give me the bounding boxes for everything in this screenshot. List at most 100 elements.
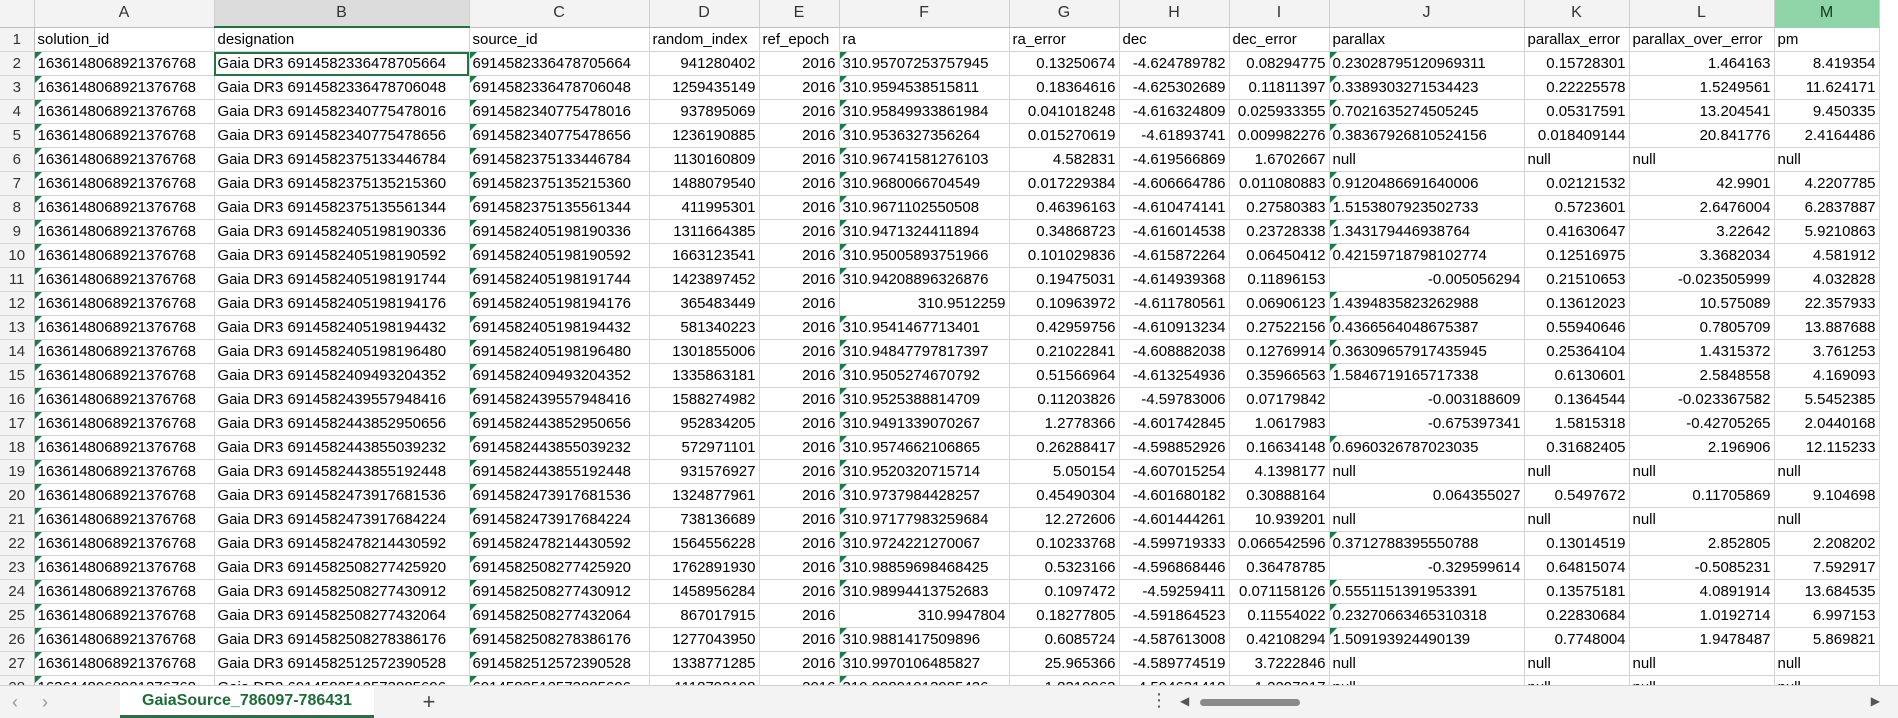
table-cell[interactable]: 2016 [759, 99, 840, 124]
table-cell[interactable]: 0.11811397 [1229, 75, 1330, 100]
row-header[interactable]: 20 [0, 483, 35, 508]
table-cell[interactable]: Gaia DR3 6914582405198196480 [214, 339, 470, 364]
table-cell[interactable]: 1324877961 [649, 483, 760, 508]
table-cell[interactable]: 0.21022841 [1009, 339, 1120, 364]
table-cell[interactable]: -0.005056294 [1329, 267, 1525, 292]
table-cell[interactable]: 2016 [759, 315, 840, 340]
table-cell[interactable]: 1335863181 [649, 363, 760, 388]
table-cell[interactable]: -0.023367582 [1629, 387, 1775, 412]
table-cell[interactable]: 0.12769914 [1229, 339, 1330, 364]
column-header[interactable]: H [1119, 0, 1230, 28]
table-cell[interactable]: 0.23270663465310318 [1329, 603, 1525, 628]
table-cell[interactable]: 0.02121532 [1524, 171, 1630, 196]
table-cell[interactable]: 2016 [759, 531, 840, 556]
table-cell[interactable]: null [1329, 459, 1525, 484]
table-cell[interactable]: 6914582409493204352 [469, 363, 650, 388]
select-all-corner[interactable] [0, 0, 35, 28]
table-cell[interactable]: Gaia DR3 6914582478214430592 [214, 531, 470, 556]
table-cell[interactable]: 13.204541 [1629, 99, 1775, 124]
table-cell[interactable]: 0.018409144 [1524, 123, 1630, 148]
table-cell[interactable]: 0.12516975 [1524, 243, 1630, 268]
table-cell[interactable]: 2016 [759, 339, 840, 364]
table-cell[interactable]: Gaia DR3 6914582512572390528 [214, 651, 470, 676]
table-cell[interactable]: 9.450335 [1774, 99, 1880, 124]
table-cell[interactable]: null [1629, 147, 1775, 172]
table-cell[interactable]: 310.9671102550508 [839, 195, 1010, 220]
table-cell[interactable]: 310.9525388814709 [839, 387, 1010, 412]
table-cell[interactable]: 1636148068921376768 [34, 363, 215, 388]
table-cell[interactable]: 7.592917 [1774, 555, 1880, 580]
table-cell[interactable]: Gaia DR3 6914582508277430912 [214, 579, 470, 604]
table-cell[interactable]: Gaia DR3 6914582336478705664 [214, 51, 470, 76]
table-cell[interactable]: -4.601742845 [1119, 411, 1230, 436]
table-cell[interactable]: Gaia DR3 6914582439557948416 [214, 387, 470, 412]
table-cell[interactable]: 0.22830684 [1524, 603, 1630, 628]
table-cell[interactable]: 1636148068921376768 [34, 675, 215, 685]
table-cell[interactable]: 3.7222846 [1229, 651, 1330, 676]
table-cell[interactable]: 0.42108294 [1229, 627, 1330, 652]
table-cell[interactable]: 6914582508277425920 [469, 555, 650, 580]
table-cell[interactable]: 0.7021635274505245 [1329, 99, 1525, 124]
table-cell[interactable]: 0.08294775 [1229, 51, 1330, 76]
header-cell[interactable]: dec [1119, 27, 1230, 52]
table-cell[interactable]: 1636148068921376768 [34, 99, 215, 124]
table-cell[interactable]: 952834205 [649, 411, 760, 436]
table-cell[interactable]: 1301855006 [649, 339, 760, 364]
row-header[interactable]: 16 [0, 387, 35, 412]
table-cell[interactable]: Gaia DR3 6914582405198190592 [214, 243, 470, 268]
table-cell[interactable]: 310.9947804 [839, 603, 1010, 628]
row-header[interactable]: 15 [0, 363, 35, 388]
table-cell[interactable]: 0.10233768 [1009, 531, 1120, 556]
horizontal-scrollbar[interactable]: ◀ ▶ [1180, 694, 1880, 710]
table-cell[interactable]: 1.9478487 [1629, 627, 1775, 652]
table-cell[interactable]: 1.509193924490139 [1329, 627, 1525, 652]
table-cell[interactable]: 2.208202 [1774, 531, 1880, 556]
table-cell[interactable]: null [1629, 651, 1775, 676]
table-cell[interactable]: 6914582405198191744 [469, 267, 650, 292]
table-cell[interactable]: null [1629, 459, 1775, 484]
table-cell[interactable]: 0.7805709 [1629, 315, 1775, 340]
table-cell[interactable]: 0.11896153 [1229, 267, 1330, 292]
table-cell[interactable]: Gaia DR3 6914582409493204352 [214, 363, 470, 388]
table-cell[interactable]: 941280402 [649, 51, 760, 76]
table-cell[interactable]: 0.6085724 [1009, 627, 1120, 652]
table-cell[interactable]: 738136689 [649, 507, 760, 532]
table-cell[interactable]: 310.9737984428257 [839, 483, 1010, 508]
table-cell[interactable]: 310.9505274670792 [839, 363, 1010, 388]
table-cell[interactable]: 310.97177983259684 [839, 507, 1010, 532]
table-cell[interactable]: 6914582336478705664 [469, 51, 650, 76]
row-header[interactable]: 13 [0, 315, 35, 340]
column-header[interactable]: J [1329, 0, 1525, 28]
table-cell[interactable]: Gaia DR3 6914582340775478016 [214, 99, 470, 124]
sheet-tab[interactable]: GaiaSource_786097-786431 [120, 686, 374, 718]
table-cell[interactable]: 0.19475031 [1009, 267, 1120, 292]
table-cell[interactable]: 6914582443855039232 [469, 435, 650, 460]
table-cell[interactable]: 3.3682034 [1629, 243, 1775, 268]
row-header[interactable]: 26 [0, 627, 35, 652]
table-cell[interactable]: 2.5848558 [1629, 363, 1775, 388]
table-cell[interactable]: 0.36478785 [1229, 555, 1330, 580]
table-cell[interactable]: null [1524, 147, 1630, 172]
table-cell[interactable]: 0.3389303271534423 [1329, 75, 1525, 100]
column-header[interactable]: C [469, 0, 650, 28]
table-cell[interactable]: 2.4164486 [1774, 123, 1880, 148]
table-cell[interactable]: 13.684535 [1774, 579, 1880, 604]
table-cell[interactable]: 0.26288417 [1009, 435, 1120, 460]
table-cell[interactable]: 0.11554022 [1229, 603, 1330, 628]
table-cell[interactable]: Gaia DR3 6914582405198194432 [214, 315, 470, 340]
table-cell[interactable]: 10.575089 [1629, 291, 1775, 316]
table-cell[interactable]: 6914582375133446784 [469, 147, 650, 172]
table-cell[interactable]: 0.009982276 [1229, 123, 1330, 148]
chevron-right-icon[interactable]: › [30, 687, 60, 717]
table-cell[interactable]: 1636148068921376768 [34, 555, 215, 580]
table-cell[interactable]: -4.598852926 [1119, 435, 1230, 460]
table-cell[interactable]: Gaia DR3 6914582336478706048 [214, 75, 470, 100]
table-cell[interactable]: 1636148068921376768 [34, 531, 215, 556]
table-cell[interactable]: 5.869821 [1774, 627, 1880, 652]
table-cell[interactable]: 1636148068921376768 [34, 291, 215, 316]
table-cell[interactable]: 1636148068921376768 [34, 603, 215, 628]
table-cell[interactable]: 0.51566964 [1009, 363, 1120, 388]
table-cell[interactable]: 1636148068921376768 [34, 123, 215, 148]
table-cell[interactable]: 6914582405198190336 [469, 219, 650, 244]
table-cell[interactable]: 12.115233 [1774, 435, 1880, 460]
